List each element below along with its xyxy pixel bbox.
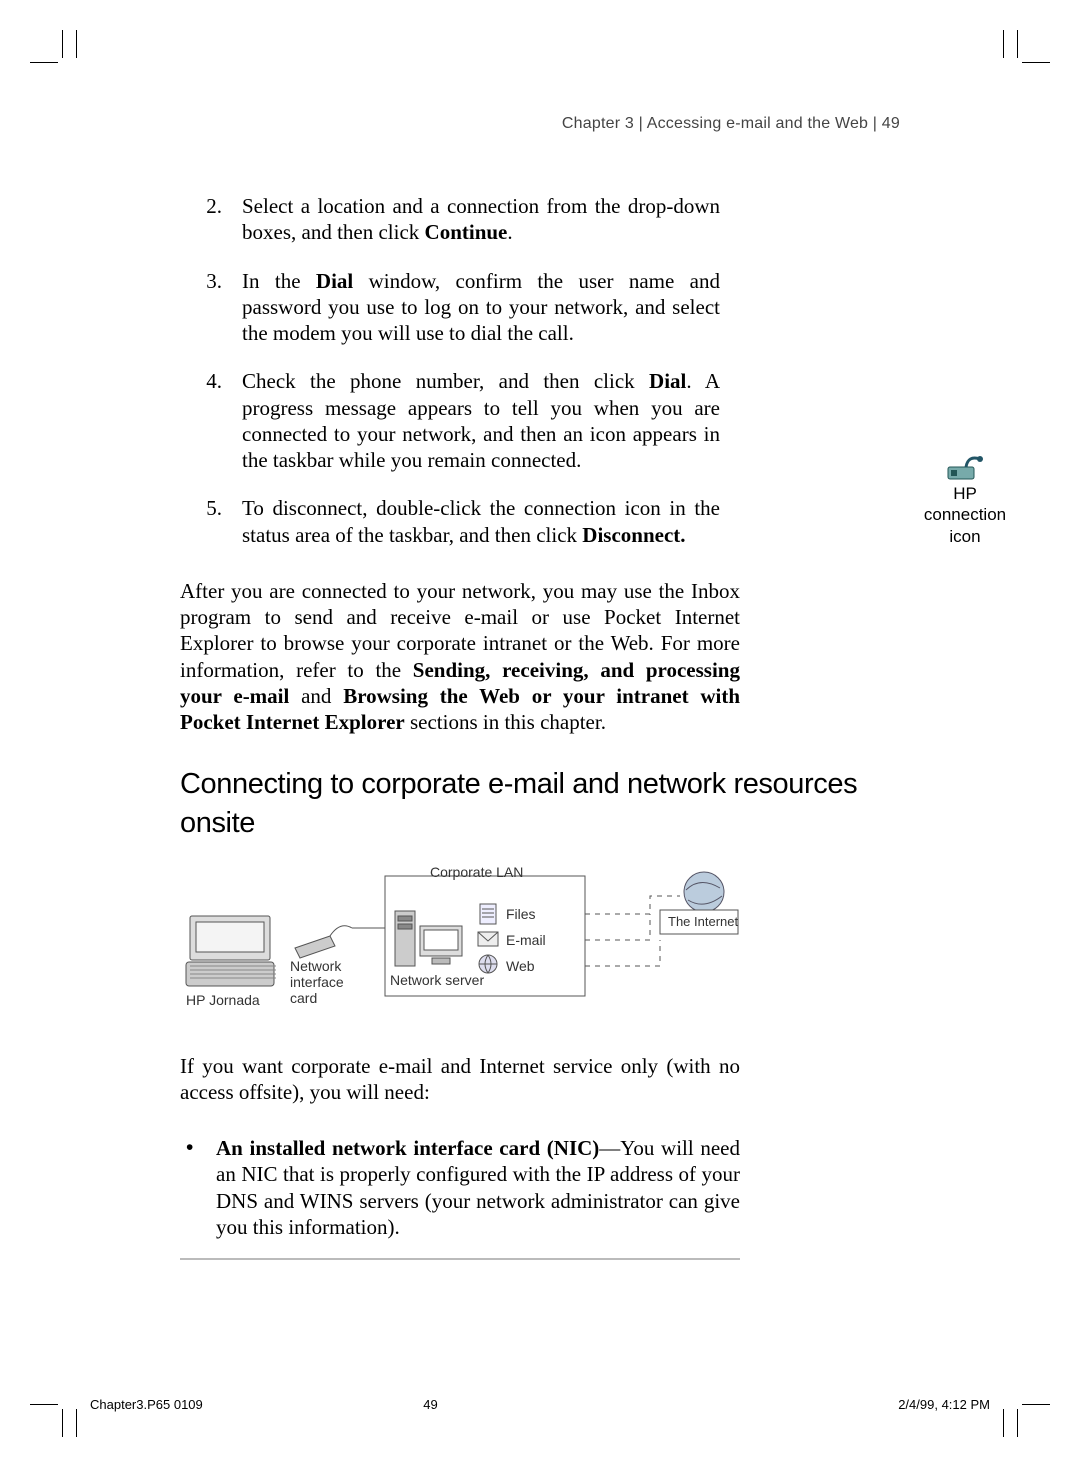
email-icon — [478, 932, 498, 946]
step-5: 5. To disconnect, double-click the conne… — [180, 495, 720, 548]
bullet-dot: • — [180, 1135, 216, 1240]
diagram-label-server: Network server — [390, 972, 484, 988]
hp-connection-icon-callout: HP connection icon — [910, 453, 1020, 547]
crop-mark-tr-inner — [1010, 30, 1050, 70]
crop-mark-tl-inner — [30, 30, 70, 70]
step-number: 2. — [180, 193, 242, 246]
connection-icon — [946, 453, 984, 483]
bullet-text: An installed network interface card (NIC… — [216, 1135, 740, 1240]
body-paragraph-2: If you want corporate e-mail and Interne… — [180, 1053, 740, 1106]
step-text: To disconnect, double-click the connecti… — [242, 495, 720, 548]
diagram-label-nic: Network interface card — [290, 958, 344, 1006]
step-text: Select a location and a connection from … — [242, 193, 720, 246]
globe-icon — [684, 872, 724, 912]
step-4: 4. Check the phone number, and then clic… — [180, 368, 720, 473]
body-paragraph-1: After you are connected to your network,… — [180, 578, 740, 736]
diagram-label-jornada: HP Jornada — [186, 992, 260, 1008]
step-number: 4. — [180, 368, 242, 473]
numbered-steps: 2. Select a location and a connection fr… — [180, 193, 720, 548]
bullet-nic: • An installed network interface card (N… — [180, 1135, 740, 1240]
server-icon — [395, 911, 462, 966]
footer-timestamp: 2/4/99, 4:12 PM — [898, 1397, 990, 1412]
side-icon-label: HP connection icon — [924, 484, 1006, 546]
section-rule — [180, 1258, 740, 1260]
step-2: 2. Select a location and a connection fr… — [180, 193, 720, 246]
hp-jornada-icon — [186, 916, 276, 986]
nic-icon — [295, 925, 352, 957]
step-number: 3. — [180, 268, 242, 347]
step-text: In the Dial window, confirm the user nam… — [242, 268, 720, 347]
diagram-label-lan: Corporate LAN — [430, 864, 523, 880]
page-content: Chapter 3 | Accessing e-mail and the Web… — [180, 115, 900, 1260]
step-3: 3. In the Dial window, confirm the user … — [180, 268, 720, 347]
page-footer: Chapter3.P65 0109 49 2/4/99, 4:12 PM — [90, 1397, 990, 1412]
diagram-label-web: Web — [506, 958, 535, 974]
files-icon — [480, 904, 496, 924]
diagram-label-internet: The Internet — [668, 914, 738, 929]
section-heading: Connecting to corporate e-mail and netwo… — [180, 765, 900, 843]
step-number: 5. — [180, 495, 242, 548]
footer-page-number: 49 — [423, 1397, 437, 1412]
step-text: Check the phone number, and then click D… — [242, 368, 720, 473]
network-diagram: Corporate LAN Files E-mail Web Network s… — [180, 866, 740, 1031]
web-icon — [479, 955, 497, 973]
diagram-label-email: E-mail — [506, 932, 546, 948]
bullet-list: • An installed network interface card (N… — [180, 1135, 740, 1240]
footer-filename: Chapter3.P65 0109 — [90, 1397, 203, 1412]
diagram-label-files: Files — [506, 906, 536, 922]
crop-mark-br-inner — [1010, 1397, 1050, 1437]
crop-mark-bl-inner — [30, 1397, 70, 1437]
running-head: Chapter 3 | Accessing e-mail and the Web… — [180, 115, 900, 133]
